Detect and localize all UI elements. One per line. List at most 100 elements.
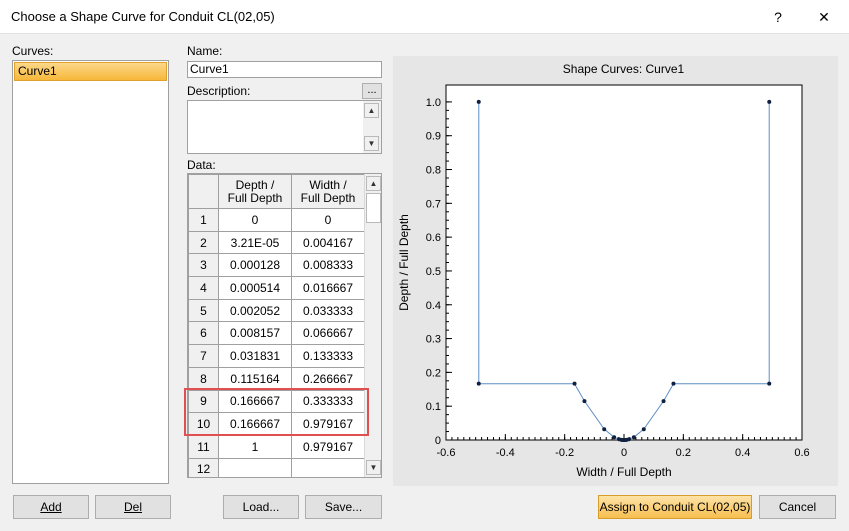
table-row[interactable]: 5 0.002052 0.033333 <box>188 298 365 323</box>
width-cell[interactable]: 0 <box>291 208 365 232</box>
row-header[interactable]: 3 <box>188 253 219 278</box>
table-row[interactable]: 6 0.008157 0.066667 <box>188 321 365 346</box>
x-tick-label: 0.4 <box>735 447 750 459</box>
y-tick-label: 0.6 <box>426 232 441 244</box>
table-row[interactable]: 11 1 0.979167 <box>188 434 365 459</box>
x-tick-label: 0.2 <box>676 447 691 459</box>
row-header[interactable]: 8 <box>188 366 219 391</box>
rows-highlight <box>184 388 369 436</box>
table-row[interactable]: 7 0.031831 0.133333 <box>188 344 365 368</box>
row-header[interactable]: 5 <box>188 298 219 323</box>
grid-corner <box>188 174 219 209</box>
width-cell[interactable]: 0.016667 <box>291 276 365 300</box>
row-header[interactable]: 11 <box>188 434 219 459</box>
close-button[interactable]: ✕ <box>806 4 842 30</box>
del-button[interactable]: Del <box>95 495 171 519</box>
data-label: Data: <box>187 158 216 172</box>
data-point <box>767 381 772 386</box>
row-header[interactable]: 1 <box>188 208 219 232</box>
x-tick-label: -0.6 <box>437 447 456 459</box>
depth-cell[interactable]: 0.115164 <box>218 366 292 391</box>
name-field[interactable]: Curve1 <box>187 61 382 78</box>
y-tick-label: 0.3 <box>426 334 441 346</box>
data-point <box>476 381 481 386</box>
table-row[interactable]: 3 0.000128 0.008333 <box>188 253 365 278</box>
assign-button[interactable]: Assign to Conduit CL(02,05) <box>598 495 752 519</box>
scroll-up-icon[interactable]: ▲ <box>366 176 381 191</box>
column-header-width[interactable]: Width / Full Depth <box>291 174 365 209</box>
scroll-down-icon[interactable]: ▼ <box>364 136 379 151</box>
width-cell[interactable]: 0.033333 <box>291 298 365 323</box>
description-browse-button[interactable]: ... <box>362 83 382 99</box>
y-tick-label: 0.1 <box>426 401 441 413</box>
x-tick-label: 0.6 <box>794 447 809 459</box>
x-axis-label: Width / Full Depth <box>576 465 671 479</box>
data-point <box>631 435 636 440</box>
help-button[interactable]: ? <box>760 4 796 30</box>
column-header-width-line2: Full Depth <box>300 190 356 205</box>
depth-cell[interactable]: 0.000514 <box>218 276 292 300</box>
data-point <box>602 427 607 432</box>
y-tick-label: 0 <box>435 435 441 447</box>
depth-cell[interactable]: 1 <box>218 434 292 459</box>
chart-svg: Shape Curves: Curve1 -0.6 -0.4 -0.2 0 0.2 0.4 0… <box>393 56 838 486</box>
description-label: Description: <box>187 84 251 98</box>
width-cell[interactable]: 0.008333 <box>291 253 365 278</box>
save-button[interactable]: Save... <box>305 495 382 519</box>
curves-list[interactable]: Curve1 <box>12 60 169 484</box>
row-header[interactable]: 6 <box>188 321 219 346</box>
load-button[interactable]: Load... <box>223 495 299 519</box>
table-row[interactable]: 2 3.21E-05 0.004167 <box>188 230 365 255</box>
row-header[interactable]: 2 <box>188 230 219 255</box>
depth-cell[interactable]: 0.002052 <box>218 298 292 323</box>
cancel-button-label: Cancel <box>778 500 817 514</box>
y-tick-label: 0.9 <box>426 131 441 143</box>
width-cell[interactable]: 0.266667 <box>291 366 365 391</box>
width-cell[interactable]: 0.004167 <box>291 230 365 255</box>
row-header[interactable]: 7 <box>188 344 219 368</box>
column-header-width-line1: Width / <box>309 177 347 192</box>
depth-cell[interactable]: 0.031831 <box>218 344 292 368</box>
row-header[interactable]: 4 <box>188 276 219 300</box>
table-row[interactable]: 100 <box>188 208 365 232</box>
scroll-up-icon[interactable]: ▲ <box>364 103 379 118</box>
depth-cell[interactable]: 0.000128 <box>218 253 292 278</box>
depth-cell[interactable]: 0.008157 <box>218 321 292 346</box>
save-button-label: Save... <box>324 500 363 514</box>
data-point <box>661 399 666 404</box>
depth-cell[interactable]: 0 <box>218 208 292 232</box>
data-point <box>612 435 617 440</box>
scroll-down-icon[interactable]: ▼ <box>366 460 381 475</box>
table-row[interactable]: 8 0.115164 0.266667 <box>188 366 365 391</box>
x-tick-label: -0.2 <box>555 447 574 459</box>
x-tick-label: -0.4 <box>496 447 515 459</box>
width-cell[interactable] <box>291 457 365 477</box>
x-tick-label: 0 <box>621 447 627 459</box>
width-cell[interactable]: 0.979167 <box>291 434 365 459</box>
column-header-depth-line1: Depth / <box>235 177 275 192</box>
width-cell[interactable]: 0.133333 <box>291 344 365 368</box>
table-row[interactable]: 4 0.000514 0.016667 <box>188 276 365 300</box>
data-point <box>641 427 646 432</box>
curve-list-item[interactable]: Curve1 <box>14 62 167 81</box>
curves-label: Curves: <box>12 44 54 58</box>
y-tick-label: 0.7 <box>426 198 441 210</box>
description-field[interactable] <box>187 100 382 154</box>
depth-cell[interactable] <box>218 457 292 477</box>
chart-title: Shape Curves: Curve1 <box>563 62 685 76</box>
cancel-button[interactable]: Cancel <box>759 495 836 519</box>
width-cell[interactable]: 0.066667 <box>291 321 365 346</box>
add-button-label: Add <box>40 500 62 514</box>
y-tick-label: 0.8 <box>426 165 441 177</box>
column-header-depth[interactable]: Depth / Full Depth <box>218 174 292 209</box>
scroll-thumb[interactable] <box>366 193 381 223</box>
row-header[interactable]: 12 <box>188 457 219 477</box>
table-row[interactable]: 12 <box>188 457 365 477</box>
y-tick-label: 0.5 <box>426 266 441 278</box>
description-scrollbar[interactable]: ▲ ▼ <box>363 101 381 153</box>
depth-cell[interactable]: 3.21E-05 <box>218 230 292 255</box>
plot-area <box>445 84 803 441</box>
title-bar: Choose a Shape Curve for Conduit CL(02,0… <box>0 0 849 34</box>
add-button[interactable]: Add <box>13 495 89 519</box>
data-point <box>476 99 481 104</box>
